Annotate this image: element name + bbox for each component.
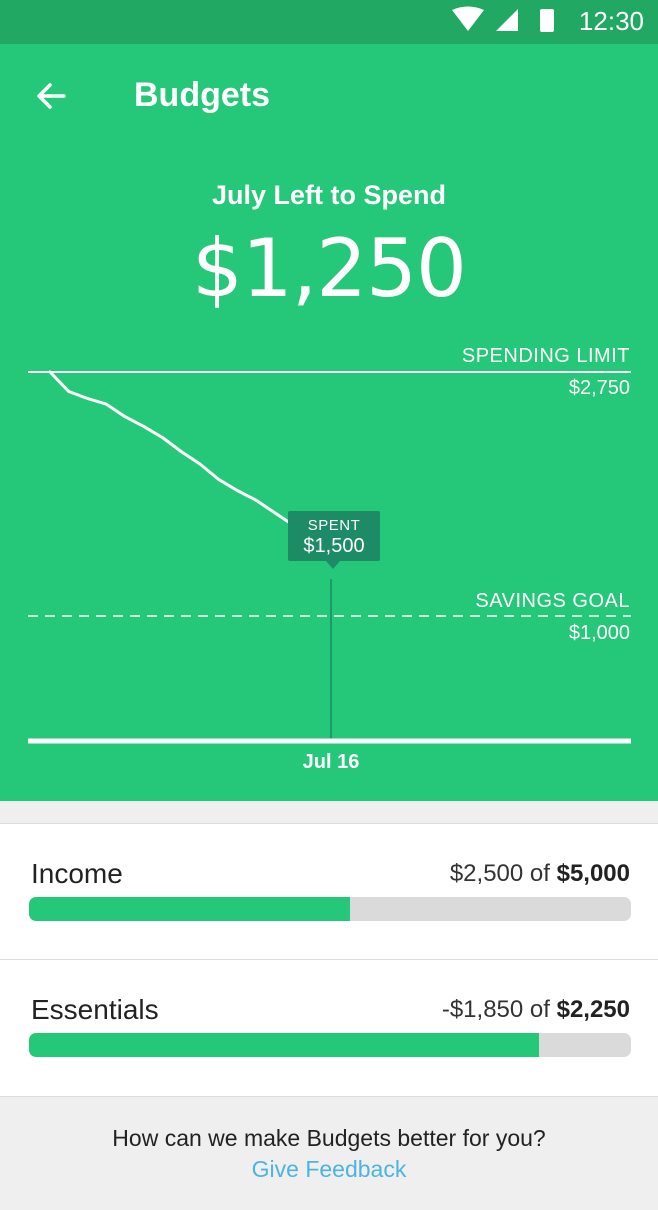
budget-card-income[interactable]: Income $2,500 of $5,000: [0, 823, 658, 959]
budget-amount: $2,500 of $5,000: [450, 860, 630, 888]
spending-chart: [28, 370, 631, 744]
budget-progress-bar: [29, 1033, 631, 1057]
budget-amount-total: $5,000: [556, 860, 630, 887]
savings-goal-label: SAVINGS GOAL: [475, 590, 630, 612]
budget-amount: -$1,850 of $2,250: [442, 996, 630, 1024]
spending-limit-value: $2,750: [568, 377, 630, 399]
savings-goal-value: $1,000: [568, 622, 630, 644]
feedback-section: How can we make Budgets better for you? …: [0, 1096, 658, 1210]
feedback-question: How can we make Budgets better for you?: [112, 1125, 546, 1151]
budget-progress-fill: [29, 1033, 540, 1057]
give-feedback-link[interactable]: Give Feedback: [252, 1156, 407, 1183]
budget-amount-total: $2,250: [556, 996, 630, 1023]
budget-amount-current: -$1,850 of: [441, 996, 557, 1023]
budget-amount-current: $2,500 of: [449, 860, 557, 887]
budget-progress-fill: [29, 897, 350, 921]
budget-card-essentials[interactable]: Essentials -$1,850 of $2,250: [0, 959, 658, 1096]
budget-name: Essentials: [31, 994, 159, 1025]
current-date-label: Jul 16: [302, 751, 360, 773]
budget-name: Income: [31, 858, 123, 889]
spent-tooltip-value: $1,500: [303, 535, 365, 557]
spent-tooltip-label: SPENT: [307, 517, 361, 534]
budget-progress-bar: [29, 897, 631, 921]
spending-limit-label: SPENDING LIMIT: [461, 345, 630, 367]
spent-tooltip: SPENT $1,500: [288, 511, 380, 569]
